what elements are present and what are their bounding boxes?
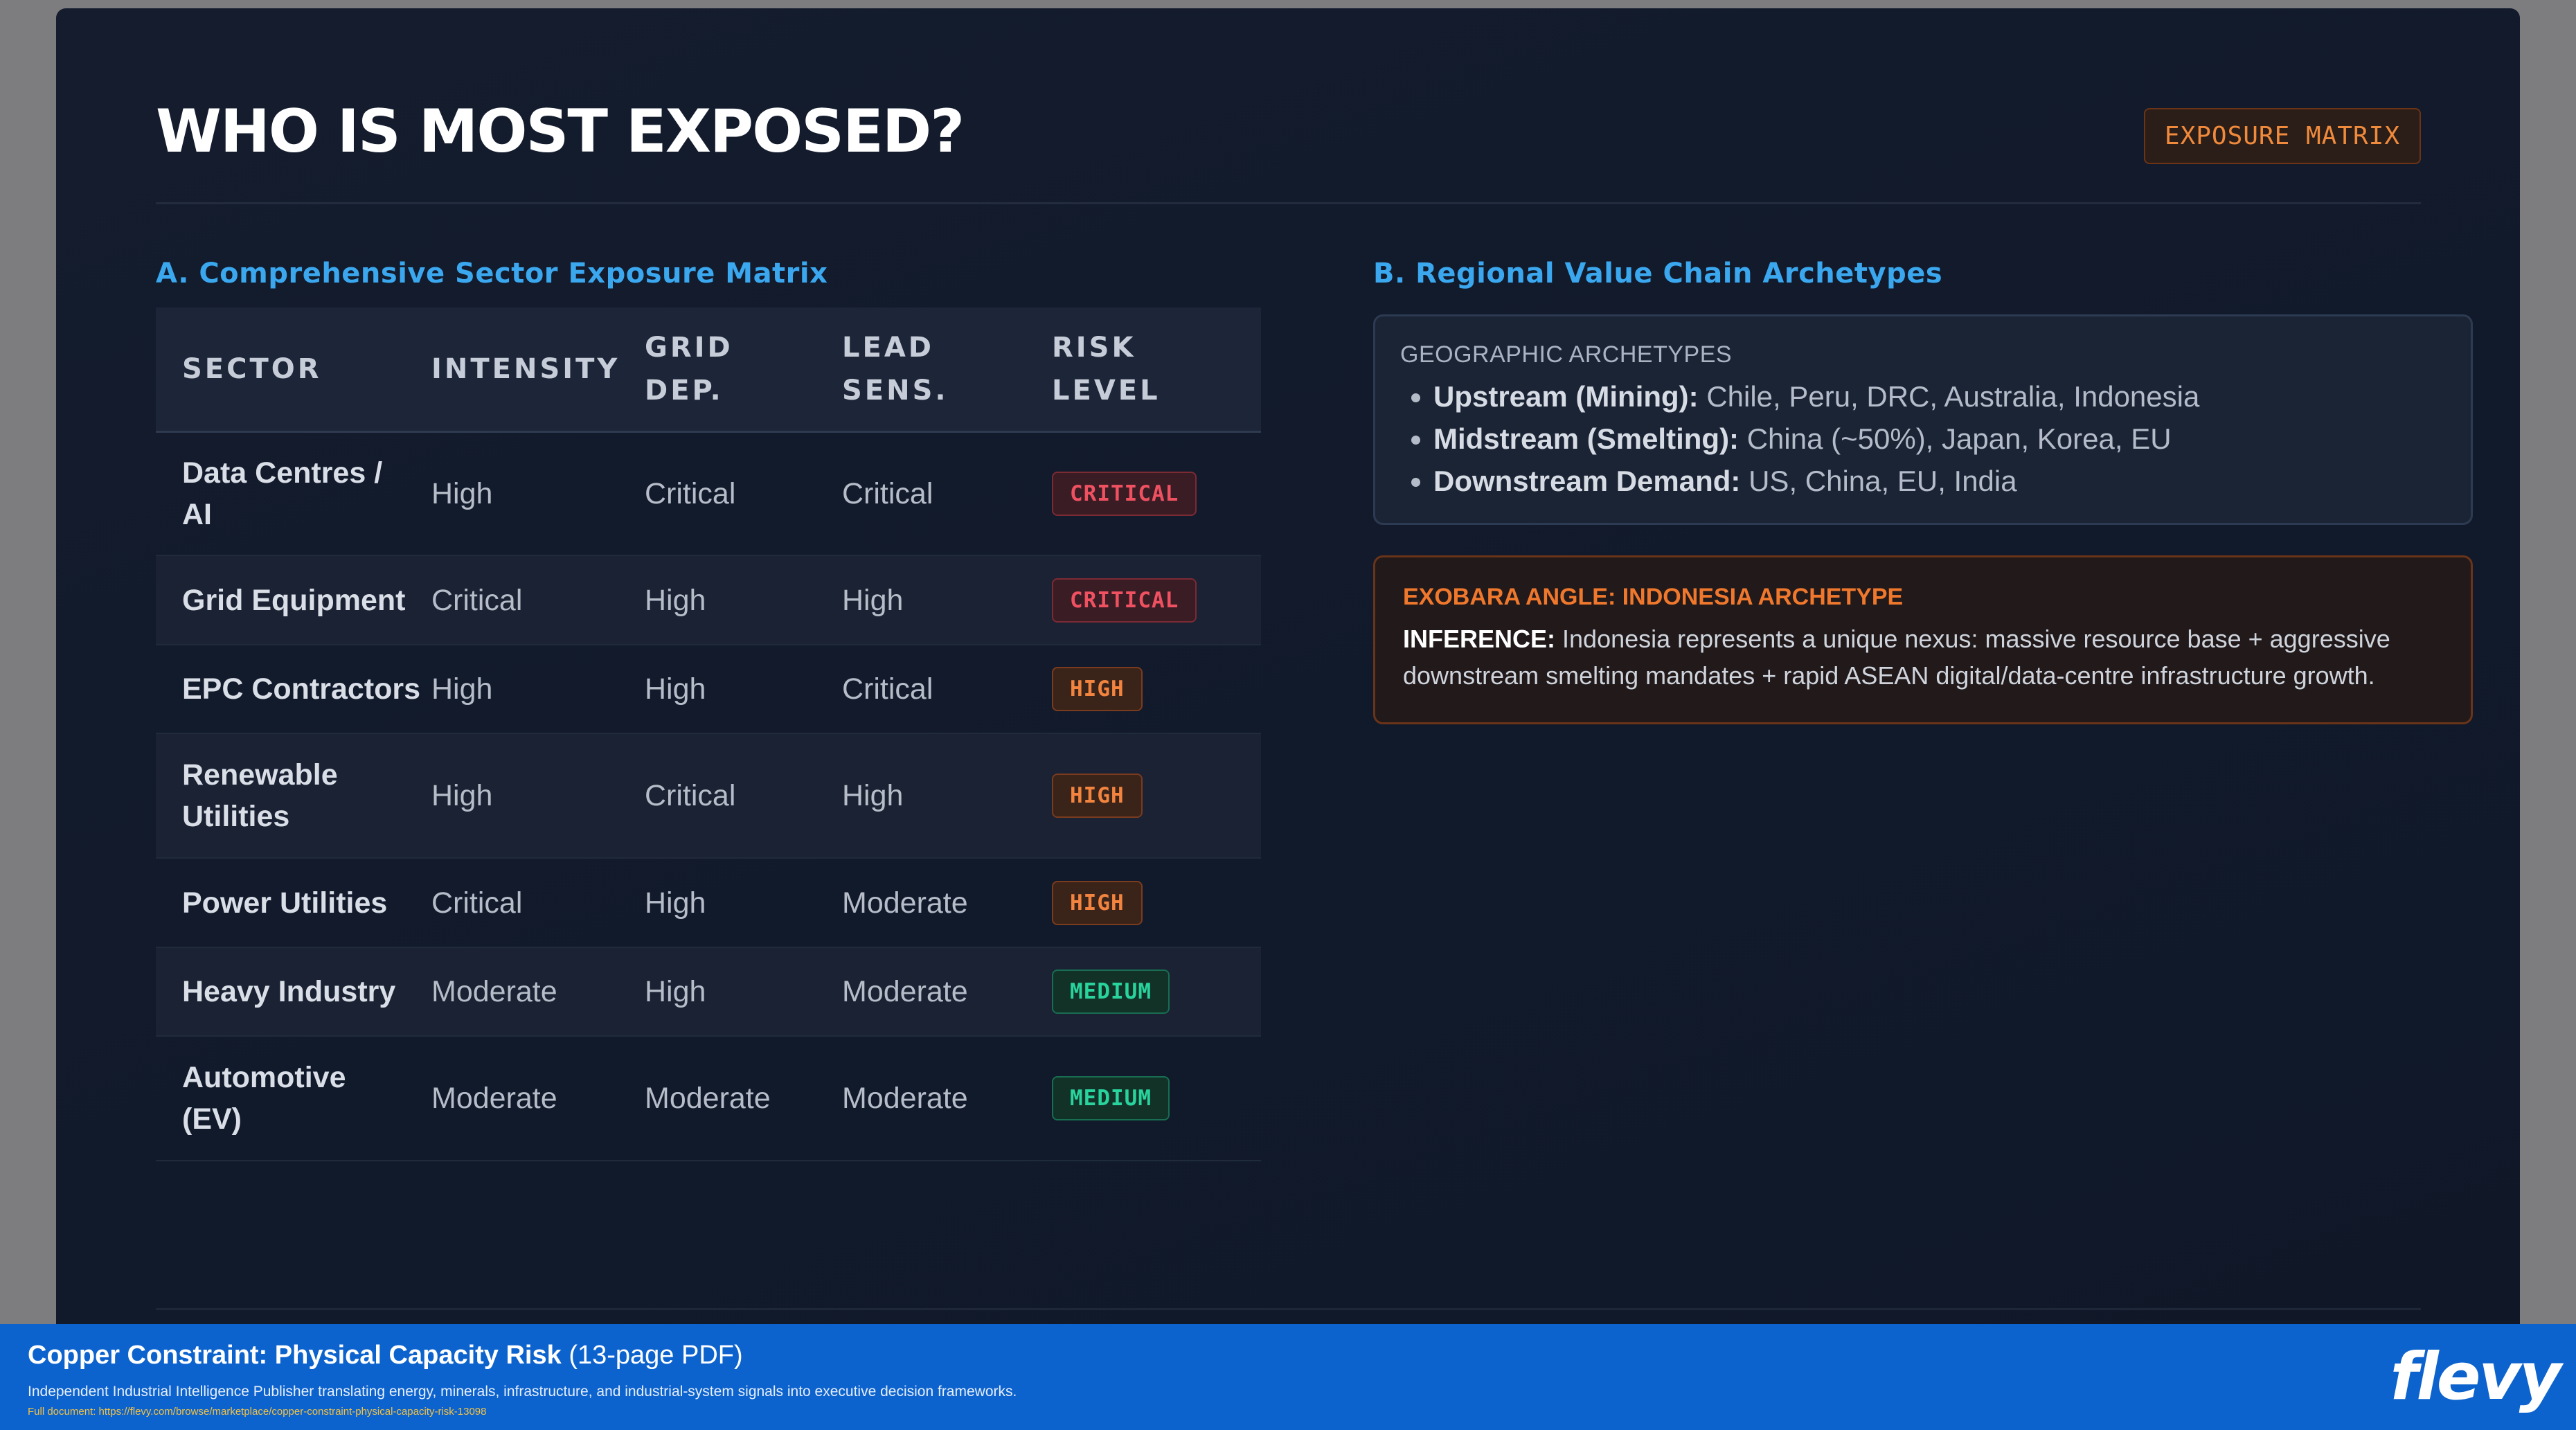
- sector-exposure-table: SECTOR INTENSITY GRID DEP. LEAD SENS. RI…: [156, 307, 1261, 1161]
- flevy-logo[interactable]: flevy: [2390, 1339, 2561, 1415]
- lead-sens-value: Moderate: [842, 1082, 968, 1115]
- intensity-value: Moderate: [431, 1082, 557, 1115]
- header-sector: SECTOR: [182, 353, 322, 385]
- sector-name: Data Centres / AI: [182, 456, 383, 531]
- grid-dep-value: Moderate: [645, 1082, 771, 1115]
- risk-badge: HIGH: [1052, 667, 1143, 711]
- header-intensity: INTENSITY: [431, 353, 620, 385]
- risk-badge: MEDIUM: [1052, 969, 1170, 1014]
- sector-name: Power Utilities: [182, 886, 388, 920]
- geographic-archetypes-card: GEOGRAPHIC ARCHETYPES Upstream (Mining):…: [1373, 314, 2473, 525]
- intensity-value: High: [431, 672, 493, 706]
- slide: WHO IS MOST EXPOSED? EXPOSURE MATRIX A. …: [56, 8, 2520, 1366]
- intensity-value: Moderate: [431, 975, 557, 1008]
- risk-badge: HIGH: [1052, 880, 1143, 925]
- geographic-archetypes-title: GEOGRAPHIC ARCHETYPES: [1400, 341, 1733, 368]
- angle-body: INFERENCE: Indonesia represents a unique…: [1403, 625, 2390, 690]
- table-row: Data Centres / AI High Critical Critical…: [156, 433, 1261, 556]
- header-risk-level: RISK LEVEL: [1052, 332, 1161, 406]
- sector-name: Automotive (EV): [182, 1061, 346, 1136]
- header-grid-dep: GRID DEP.: [645, 332, 733, 406]
- risk-badge: CRITICAL: [1052, 578, 1197, 623]
- document-title[interactable]: Copper Constraint: Physical Capacity Ris…: [28, 1341, 743, 1370]
- exposure-matrix-tag: EXPOSURE MATRIX: [2143, 108, 2421, 164]
- table-row: EPC Contractors High High Critical HIGH: [156, 645, 1261, 734]
- title-divider: [156, 202, 2421, 204]
- bottom-divider: [156, 1308, 2421, 1310]
- section-b-title: B. Regional Value Chain Archetypes: [1373, 258, 1943, 289]
- risk-badge: CRITICAL: [1052, 472, 1197, 516]
- grid-dep-value: High: [645, 672, 706, 706]
- table-row: Power Utilities Critical High Moderate H…: [156, 859, 1261, 948]
- table-header: SECTOR INTENSITY GRID DEP. LEAD SENS. RI…: [156, 307, 1261, 433]
- sector-name: Grid Equipment: [182, 583, 406, 617]
- publisher-description: Independent Industrial Intelligence Publ…: [28, 1384, 1017, 1400]
- list-item: Midstream (Smelting): China (~50%), Japa…: [1433, 418, 2446, 460]
- risk-badge: MEDIUM: [1052, 1076, 1170, 1120]
- grid-dep-value: High: [645, 583, 706, 617]
- lead-sens-value: Moderate: [842, 886, 968, 920]
- table-row: Grid Equipment Critical High High CRITIC…: [156, 556, 1261, 645]
- list-item: Downstream Demand: US, China, EU, India: [1433, 460, 2446, 502]
- lead-sens-value: Moderate: [842, 975, 968, 1008]
- header-lead-sens: LEAD SENS.: [842, 332, 949, 406]
- intensity-value: High: [431, 477, 493, 510]
- archetype-list: Upstream (Mining): Chile, Peru, DRC, Aus…: [1400, 375, 2446, 502]
- sector-name: Renewable Utilities: [182, 758, 338, 833]
- indonesia-angle-card: EXOBARA ANGLE: INDONESIA ARCHETYPE INFER…: [1373, 555, 2473, 724]
- list-item: Upstream (Mining): Chile, Peru, DRC, Aus…: [1433, 375, 2446, 418]
- table-row: Automotive (EV) Moderate Moderate Modera…: [156, 1037, 1261, 1161]
- table-row: Renewable Utilities High Critical High H…: [156, 734, 1261, 859]
- sector-name: EPC Contractors: [182, 672, 421, 706]
- intensity-value: Critical: [431, 583, 523, 617]
- risk-badge: HIGH: [1052, 774, 1143, 818]
- footer-banner: Copper Constraint: Physical Capacity Ris…: [0, 1324, 2576, 1430]
- page-title: WHO IS MOST EXPOSED?: [156, 97, 965, 166]
- lead-sens-value: High: [842, 583, 904, 617]
- intensity-value: Critical: [431, 886, 523, 920]
- grid-dep-value: High: [645, 975, 706, 1008]
- section-a-title: A. Comprehensive Sector Exposure Matrix: [156, 258, 828, 289]
- lead-sens-value: High: [842, 779, 904, 812]
- intensity-value: High: [431, 779, 493, 812]
- document-link[interactable]: Full document: https://flevy.com/browse/…: [28, 1406, 487, 1418]
- grid-dep-value: High: [645, 886, 706, 920]
- angle-title: EXOBARA ANGLE: INDONESIA ARCHETYPE: [1403, 584, 1904, 610]
- table-row: Heavy Industry Moderate High Moderate ME…: [156, 948, 1261, 1037]
- grid-dep-value: Critical: [645, 779, 736, 812]
- grid-dep-value: Critical: [645, 477, 736, 510]
- lead-sens-value: Critical: [842, 672, 933, 706]
- lead-sens-value: Critical: [842, 477, 933, 510]
- sector-name: Heavy Industry: [182, 975, 396, 1008]
